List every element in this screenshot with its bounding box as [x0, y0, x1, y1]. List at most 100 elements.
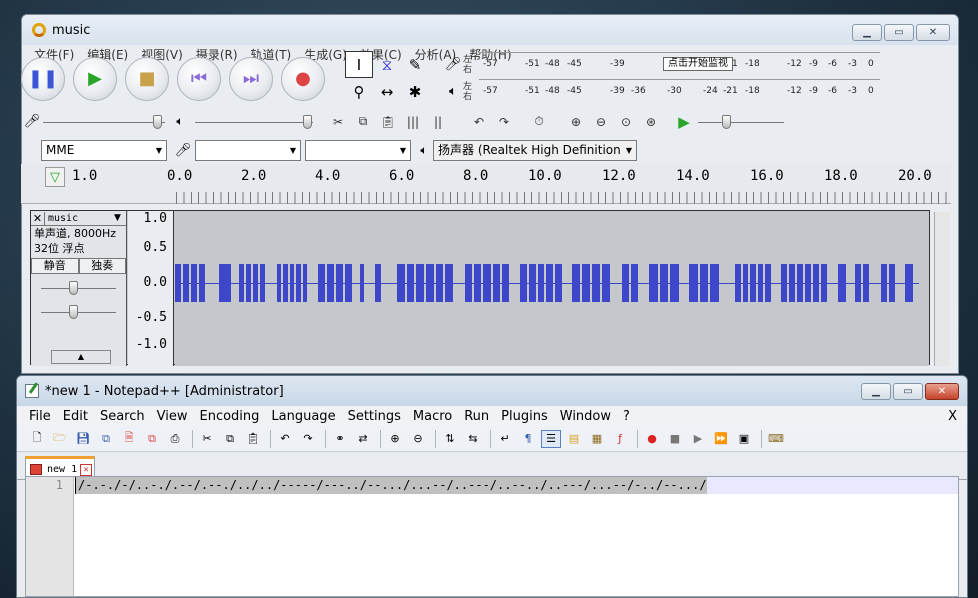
menu-window[interactable]: Window: [560, 409, 611, 424]
paste-button[interactable]: 📋︎: [377, 112, 399, 132]
time-shift-tool[interactable]: ↔: [373, 78, 401, 105]
recording-channels-select[interactable]: ▼: [305, 139, 411, 161]
replace-button[interactable]: ⇄: [353, 430, 373, 448]
slider-thumb[interactable]: [69, 305, 78, 319]
menu-file[interactable]: File: [29, 409, 51, 424]
copy-button[interactable]: ⧉: [220, 430, 240, 448]
close-button[interactable]: ✕: [916, 24, 950, 41]
plugin-button[interactable]: ⌨: [766, 430, 786, 448]
audio-host-select[interactable]: MME ▼: [41, 139, 167, 161]
undo-button[interactable]: ↶: [468, 112, 490, 132]
slider-thumb[interactable]: [153, 114, 162, 129]
new-file-button[interactable]: 🗋: [27, 430, 47, 448]
input-volume-slider[interactable]: [43, 112, 165, 132]
save-all-button[interactable]: ⧉: [96, 430, 116, 448]
redo-button[interactable]: ↷: [493, 112, 515, 132]
zoom-in-button[interactable]: ⊕: [565, 112, 587, 132]
play-speed-slider[interactable]: [698, 112, 784, 132]
selected-text[interactable]: /-.-./-/..-./.--/.--./../../-----/---../…: [75, 477, 707, 494]
fit-project-button[interactable]: ⊛: [640, 112, 662, 132]
playback-meter[interactable]: 🔈︎ 左右 -57 -51 -48 -45 -39 -36 -30 -24 -2…: [443, 78, 880, 105]
tab-close-icon[interactable]: ✕: [80, 463, 93, 476]
cut-button[interactable]: ✂: [327, 112, 349, 132]
play-head-marker[interactable]: ▽: [45, 167, 65, 187]
find-button[interactable]: ⚭: [330, 430, 350, 448]
macro-play-button[interactable]: ▶: [688, 430, 708, 448]
zoom-tool[interactable]: ⚲: [345, 78, 373, 105]
track-name[interactable]: music: [45, 213, 114, 224]
skip-to-end-button[interactable]: ⏭: [229, 56, 273, 101]
zoom-in-button[interactable]: ⊕: [385, 430, 405, 448]
menu-edit[interactable]: Edit: [63, 409, 88, 424]
menu-search[interactable]: Search: [100, 409, 145, 424]
show-all-chars-button[interactable]: ¶: [518, 430, 538, 448]
zoom-out-button[interactable]: ⊖: [590, 112, 612, 132]
notepad-title-bar[interactable]: *new 1 - Notepad++ [Administrator]: [17, 376, 967, 406]
record-meter[interactable]: 🎤︎ 左右 -57 -51 -48 -45 -39 -4 -21 -18 -12…: [443, 51, 880, 78]
slider-thumb[interactable]: [303, 114, 312, 129]
redo-button[interactable]: ↷: [298, 430, 318, 448]
print-button[interactable]: ⎙: [165, 430, 185, 448]
undo-button[interactable]: ↶: [275, 430, 295, 448]
close-file-button[interactable]: 🗎: [119, 430, 139, 448]
waveform-display[interactable]: [175, 211, 929, 366]
sync-vertical-button[interactable]: ⇅: [440, 430, 460, 448]
mute-button[interactable]: 静音: [31, 258, 79, 274]
record-button[interactable]: ●: [281, 56, 325, 101]
draw-tool[interactable]: ✎: [401, 51, 429, 78]
macro-play-multiple-button[interactable]: ⏩: [711, 430, 731, 448]
silence-button[interactable]: ||: [427, 112, 449, 132]
slider-thumb[interactable]: [69, 281, 78, 295]
slider-thumb[interactable]: [722, 114, 731, 129]
menu-run[interactable]: Run: [464, 409, 489, 424]
envelope-tool[interactable]: ⧖: [373, 51, 401, 78]
doc-map-button[interactable]: ▦: [587, 430, 607, 448]
menu-help[interactable]: ?: [623, 409, 630, 424]
macro-record-button[interactable]: ●: [642, 430, 662, 448]
menu-encoding[interactable]: Encoding: [199, 409, 259, 424]
menu-macro[interactable]: Macro: [413, 409, 452, 424]
copy-button[interactable]: ⧉: [352, 112, 374, 132]
play-at-speed-button[interactable]: ▶: [673, 112, 695, 132]
skip-to-start-button[interactable]: ⏮: [177, 56, 221, 101]
macro-stop-button[interactable]: ■: [665, 430, 685, 448]
start-monitoring-button[interactable]: 点击开始监视: [663, 56, 733, 71]
pause-button[interactable]: ❚❚: [21, 56, 65, 101]
trim-button[interactable]: |||: [402, 112, 424, 132]
minimize-button[interactable]: ▁: [852, 24, 882, 41]
paste-button[interactable]: 📋︎: [243, 430, 263, 448]
maximize-button[interactable]: ▭: [893, 383, 923, 400]
menu-settings[interactable]: Settings: [348, 409, 401, 424]
maximize-button[interactable]: ▭: [884, 24, 914, 41]
text-editor[interactable]: 1 /-.-./-/..-./.--/.--./../../-----/---.…: [25, 476, 959, 597]
user-language-button[interactable]: ▤: [564, 430, 584, 448]
selection-tool[interactable]: I: [345, 51, 373, 78]
track-gain-slider[interactable]: [41, 278, 116, 298]
open-file-button[interactable]: 🗁: [50, 430, 70, 448]
track-menu-chevron-icon[interactable]: ▼: [114, 213, 126, 223]
close-document-button[interactable]: X: [948, 409, 957, 424]
minimize-button[interactable]: ▁: [861, 383, 891, 400]
track-vertical-scrollbar[interactable]: [934, 212, 950, 366]
cut-button[interactable]: ✂: [197, 430, 217, 448]
output-volume-slider[interactable]: [195, 112, 313, 132]
close-button[interactable]: ✕: [925, 383, 959, 400]
word-wrap-button[interactable]: ↵: [495, 430, 515, 448]
menu-view[interactable]: View: [157, 409, 188, 424]
audacity-title-bar[interactable]: music: [22, 15, 958, 45]
function-list-button[interactable]: ƒ: [610, 430, 630, 448]
sync-horizontal-button[interactable]: ⇆: [463, 430, 483, 448]
track-pan-slider[interactable]: [41, 302, 116, 322]
close-all-button[interactable]: ⧉: [142, 430, 162, 448]
indent-guide-button[interactable]: ☰: [541, 429, 561, 448]
playback-device-select[interactable]: 扬声器 (Realtek High Definition ▼: [433, 139, 637, 161]
macro-save-button[interactable]: ▣: [734, 430, 754, 448]
recording-device-select[interactable]: ▼: [195, 139, 301, 161]
collapse-track-button[interactable]: ▲: [51, 350, 111, 364]
multi-tool[interactable]: ✱: [401, 78, 429, 105]
solo-button[interactable]: 独奏: [78, 258, 126, 274]
menu-language[interactable]: Language: [271, 409, 335, 424]
menu-plugins[interactable]: Plugins: [501, 409, 548, 424]
save-button[interactable]: 💾︎: [73, 430, 93, 448]
fit-selection-button[interactable]: ⊙: [615, 112, 637, 132]
